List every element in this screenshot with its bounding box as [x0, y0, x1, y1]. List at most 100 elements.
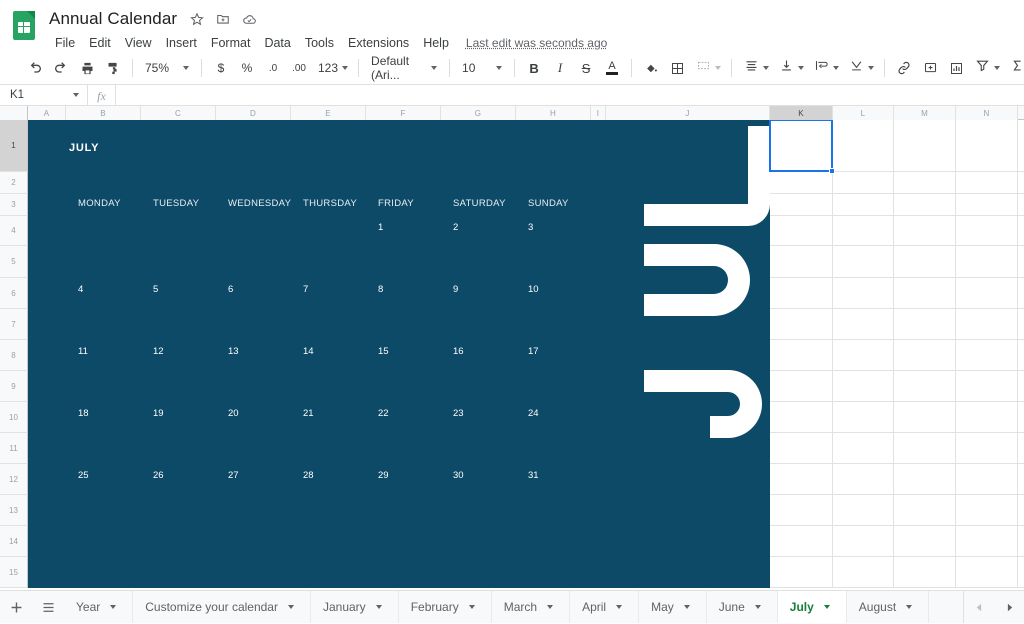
calendar-date-cell[interactable]: 4: [78, 284, 83, 295]
column-header-H[interactable]: H: [516, 106, 591, 120]
sheet-tab-may[interactable]: May: [639, 591, 707, 623]
row-header-1[interactable]: 1: [0, 120, 28, 172]
font-family-dropdown[interactable]: Default (Ari...: [365, 56, 443, 80]
calendar-date-cell[interactable]: 5: [153, 284, 158, 295]
select-all-corner[interactable]: [0, 106, 28, 120]
filter-dropdown[interactable]: [969, 56, 1004, 80]
calendar-date-cell[interactable]: 13: [228, 346, 239, 357]
horizontal-align-dropdown[interactable]: [738, 56, 773, 80]
menu-view[interactable]: View: [118, 33, 159, 53]
cloud-status-icon[interactable]: [238, 8, 260, 30]
number-format-dropdown[interactable]: 123: [312, 56, 352, 80]
redo-icon[interactable]: [48, 55, 74, 81]
menu-extensions[interactable]: Extensions: [341, 33, 416, 53]
calendar-date-cell[interactable]: 24: [528, 408, 539, 419]
calendar-date-cell[interactable]: 1: [378, 222, 383, 233]
google-sheets-icon[interactable]: [10, 9, 38, 43]
calendar-date-cell[interactable]: 23: [453, 408, 464, 419]
calendar-date-cell[interactable]: 31: [528, 470, 539, 481]
borders-icon[interactable]: [664, 55, 690, 81]
column-header-J[interactable]: J: [606, 106, 770, 120]
insert-comment-icon[interactable]: [917, 55, 943, 81]
chevron-down-icon[interactable]: [284, 600, 298, 614]
strikethrough-button[interactable]: S: [573, 55, 599, 81]
calendar-date-cell[interactable]: 3: [528, 222, 533, 233]
text-color-button[interactable]: A: [599, 55, 625, 81]
decrease-decimal-button[interactable]: .0: [260, 55, 286, 81]
sheet-tab-march[interactable]: March: [492, 591, 570, 623]
italic-button[interactable]: I: [547, 55, 573, 81]
fill-color-icon[interactable]: [638, 55, 664, 81]
calendar-date-cell[interactable]: 15: [378, 346, 389, 357]
menu-help[interactable]: Help: [416, 33, 456, 53]
row-header-11[interactable]: 11: [0, 433, 28, 464]
percent-format-button[interactable]: %: [234, 55, 260, 81]
row-header-9[interactable]: 9: [0, 371, 28, 402]
chevron-right-icon[interactable]: [994, 591, 1024, 624]
chevron-down-icon[interactable]: [372, 600, 386, 614]
add-sheet-icon[interactable]: [0, 591, 32, 623]
sheet-tab-july[interactable]: July: [778, 591, 847, 623]
column-header-K[interactable]: K: [770, 106, 833, 120]
calendar-date-cell[interactable]: 17: [528, 346, 539, 357]
calendar-date-cell[interactable]: 20: [228, 408, 239, 419]
chevron-down-icon[interactable]: [612, 600, 626, 614]
menu-insert[interactable]: Insert: [159, 33, 204, 53]
calendar-date-cell[interactable]: 12: [153, 346, 164, 357]
currency-format-button[interactable]: $: [208, 55, 234, 81]
print-icon[interactable]: [74, 55, 100, 81]
column-header-C[interactable]: C: [141, 106, 216, 120]
text-wrap-dropdown[interactable]: [808, 56, 843, 80]
menu-format[interactable]: Format: [204, 33, 258, 53]
column-header-E[interactable]: E: [291, 106, 366, 120]
column-header-F[interactable]: F: [366, 106, 441, 120]
row-header-7[interactable]: 7: [0, 309, 28, 340]
row-header-3[interactable]: 3: [0, 194, 28, 216]
menu-tools[interactable]: Tools: [298, 33, 341, 53]
chevron-down-icon[interactable]: [751, 600, 765, 614]
formula-input[interactable]: [116, 85, 1024, 105]
column-header-B[interactable]: B: [66, 106, 141, 120]
calendar-date-cell[interactable]: 18: [78, 408, 89, 419]
calendar-date-cell[interactable]: 26: [153, 470, 164, 481]
star-icon[interactable]: [186, 8, 208, 30]
menu-data[interactable]: Data: [257, 33, 297, 53]
sheet-tab-customize-your-calendar[interactable]: Customize your calendar: [133, 591, 311, 623]
increase-decimal-button[interactable]: .00: [286, 55, 312, 81]
sheet-tab-year[interactable]: Year: [64, 591, 133, 623]
chevron-down-icon[interactable]: [543, 600, 557, 614]
row-header-4[interactable]: 4: [0, 216, 28, 246]
text-rotation-dropdown[interactable]: [843, 56, 878, 80]
column-header-L[interactable]: L: [833, 106, 894, 120]
column-header-I[interactable]: I: [591, 106, 606, 120]
chevron-down-icon[interactable]: [465, 600, 479, 614]
functions-dropdown[interactable]: [1004, 56, 1024, 80]
calendar-date-cell[interactable]: 28: [303, 470, 314, 481]
zoom-level-dropdown[interactable]: 75%: [139, 56, 195, 80]
font-size-dropdown[interactable]: 10: [456, 56, 508, 80]
selected-cell-k1[interactable]: [769, 120, 833, 172]
insert-link-icon[interactable]: [891, 55, 917, 81]
column-header-A[interactable]: A: [28, 106, 66, 120]
calendar-date-cell[interactable]: 19: [153, 408, 164, 419]
sheet-tab-august[interactable]: August: [847, 591, 929, 623]
calendar-date-cell[interactable]: 22: [378, 408, 389, 419]
chevron-down-icon[interactable]: [820, 600, 834, 614]
calendar-date-cell[interactable]: 27: [228, 470, 239, 481]
calendar-date-cell[interactable]: 9: [453, 284, 458, 295]
calendar-date-cell[interactable]: 25: [78, 470, 89, 481]
row-header-12[interactable]: 12: [0, 464, 28, 495]
column-header-D[interactable]: D: [216, 106, 291, 120]
calendar-date-cell[interactable]: 10: [528, 284, 539, 295]
row-header-6[interactable]: 6: [0, 278, 28, 309]
chevron-down-icon[interactable]: [902, 600, 916, 614]
menu-edit[interactable]: Edit: [82, 33, 118, 53]
calendar-date-cell[interactable]: 6: [228, 284, 233, 295]
all-sheets-list-icon[interactable]: [32, 591, 64, 623]
calendar-date-cell[interactable]: 14: [303, 346, 314, 357]
column-header-G[interactable]: G: [441, 106, 516, 120]
merge-cells-dropdown[interactable]: [690, 56, 725, 80]
name-box[interactable]: K1: [0, 85, 88, 105]
sheet-tab-april[interactable]: April: [570, 591, 639, 623]
sheet-tab-january[interactable]: January: [311, 591, 399, 623]
